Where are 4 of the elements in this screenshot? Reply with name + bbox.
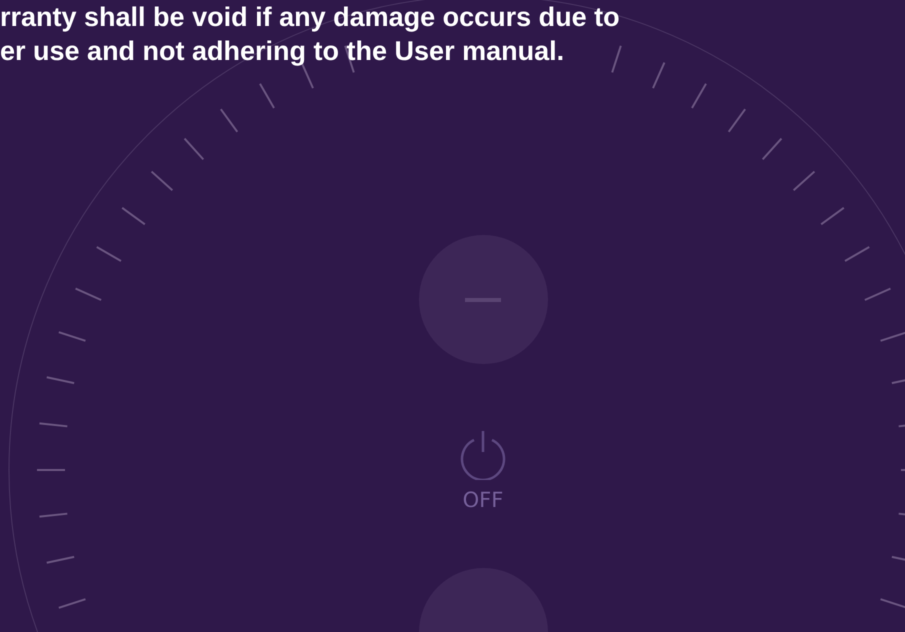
power-status: OFF	[462, 488, 504, 512]
power-icon[interactable]	[458, 430, 508, 480]
warranty-text: er use and not adhering to the User manual.	[0, 35, 564, 68]
warranty-text: rranty shall be void if any damage occurs due to	[0, 1, 620, 34]
